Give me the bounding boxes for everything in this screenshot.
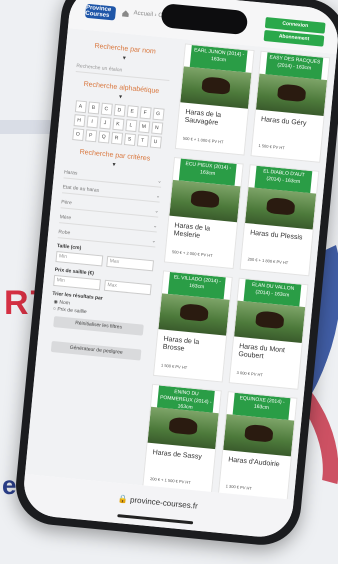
letter-button[interactable]: K: [111, 117, 124, 131]
chevron-down-icon: ⌄: [155, 192, 161, 200]
stallion-price: 1 500 € PV HT: [258, 142, 285, 151]
select-label: Mère: [59, 213, 72, 221]
letter-button[interactable]: Q: [97, 130, 110, 144]
url-label: province-courses.fr: [129, 495, 199, 511]
letter-button[interactable]: P: [84, 129, 97, 143]
alphabet-grid: A B C D E F G H I J K L M N O P Q R S T …: [63, 99, 172, 149]
stallion-price: 500 € + 1 000 € PV HT: [182, 135, 224, 145]
letter-button[interactable]: N: [150, 121, 163, 135]
letter-button[interactable]: F: [139, 106, 152, 120]
letter-button[interactable]: A: [74, 100, 87, 114]
stallion-card[interactable]: EASY DES RACQUES (2014) - 163cm Haras du…: [250, 50, 331, 163]
size-min-input[interactable]: Min: [55, 251, 104, 267]
haras-name: Haras du Mont Goubert: [238, 342, 286, 361]
letter-button[interactable]: O: [71, 128, 84, 142]
chevron-down-icon: ⌄: [154, 207, 160, 215]
select-label: Haras: [63, 168, 78, 177]
letter-button[interactable]: D: [113, 103, 126, 117]
price-max-input[interactable]: Max: [103, 279, 152, 296]
stallion-card[interactable]: ECU PIEUX (2014) - 163cm Haras de la Mes…: [163, 156, 244, 270]
stallion-card[interactable]: EL DIABLO D'AUT (2014) - 163cm Haras du …: [239, 164, 320, 277]
stallion-card[interactable]: ENINO DU POMMEREUX (2014) - 163cm Haras …: [142, 383, 222, 497]
pedigree-generator-button[interactable]: Générateur de pedigree: [50, 340, 142, 361]
letter-button[interactable]: S: [123, 133, 136, 146]
chevron-down-icon: ⌄: [157, 177, 162, 185]
letter-button[interactable]: H: [73, 114, 86, 128]
poster-blue-text: e: [2, 470, 17, 500]
chevron-down-icon: ⌄: [152, 222, 158, 230]
letter-button[interactable]: M: [137, 120, 150, 134]
stallion-price: 3 000 € PV HT: [236, 369, 264, 378]
haras-name: Haras de la Sauvagère: [184, 108, 222, 127]
letter-button[interactable]: G: [152, 107, 165, 121]
stallion-card[interactable]: EARL JUNON (2014) - 163cm Haras de la Sa…: [174, 43, 255, 156]
stallion-price: 1 500 € PV HT: [160, 362, 188, 371]
haras-name: Haras de la Brosse: [162, 335, 200, 353]
home-icon[interactable]: [121, 9, 130, 18]
stallion-price: 500 € + 2 000 € PV HT: [171, 249, 213, 258]
stallion-card[interactable]: EQUINOXE (2014) - 163cm Haras d'Audoirie…: [217, 391, 298, 500]
stallion-price: 1 300 € PV HT: [225, 483, 253, 491]
letter-button[interactable]: B: [87, 101, 100, 115]
phone-screen: Province Courses Accueil › Catalogue Con…: [21, 0, 338, 540]
letter-button[interactable]: E: [126, 105, 139, 119]
letter-button[interactable]: I: [85, 115, 99, 129]
letter-button[interactable]: C: [100, 102, 113, 116]
select-label: Etat de au haras: [62, 183, 100, 194]
letter-button[interactable]: U: [149, 135, 162, 149]
haras-name: Haras de la Meslerie: [173, 222, 211, 240]
radio-label: Nom: [59, 299, 71, 307]
stallion-card[interactable]: ELAN DU VALLON (2014) - 163cm Haras du M…: [228, 277, 309, 390]
letter-button[interactable]: L: [124, 119, 137, 133]
price-min-input[interactable]: Min: [53, 274, 101, 291]
letter-button[interactable]: J: [98, 116, 112, 130]
chevron-down-icon: ⌄: [151, 237, 157, 244]
haras-name: Haras d'Audoirie: [227, 456, 280, 469]
haras-name: Haras du Géry: [260, 116, 307, 128]
page-content: Recherche par nom ▾ Recherche un étalon …: [24, 28, 337, 500]
haras-name: Haras de Sassy: [152, 449, 203, 461]
select-label: Robe: [58, 228, 71, 236]
phone-device: Province Courses Accueil › Catalogue Con…: [12, 0, 338, 549]
haras-name: Haras du Plessis: [249, 229, 303, 242]
stallion-card[interactable]: EL VILLADO (2014) - 163cm Haras de la Br…: [152, 270, 233, 383]
stallion-price: 200 € + 1 500 € PV HT: [149, 476, 191, 485]
site-logo[interactable]: Province Courses: [84, 3, 117, 21]
header-actions: Connexion Abonnement: [263, 17, 326, 49]
letter-button[interactable]: T: [136, 134, 149, 148]
size-max-input[interactable]: Max: [106, 255, 155, 272]
letter-button[interactable]: R: [110, 131, 123, 145]
home-indicator: [117, 514, 194, 525]
stallion-price: 200 € + 1 800 € PV HT: [247, 256, 289, 266]
select-label: Père: [60, 198, 73, 206]
